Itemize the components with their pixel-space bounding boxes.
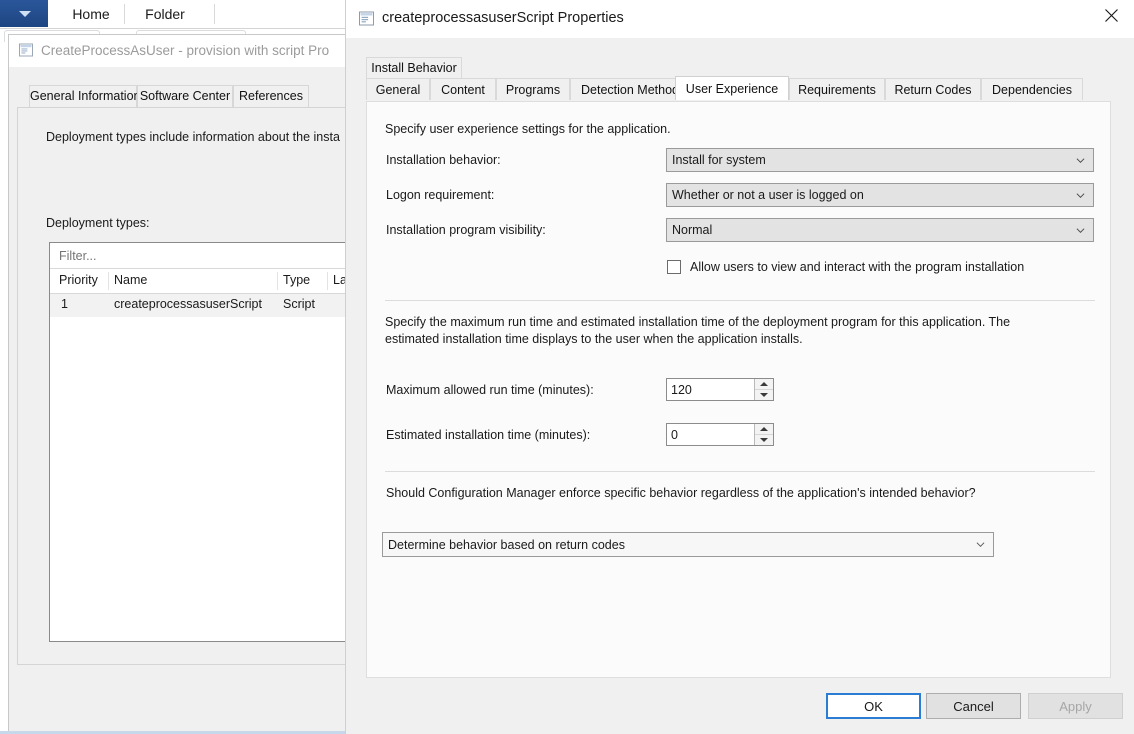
deployment-types-label: Deployment types: <box>46 216 150 230</box>
screen-root: Home Folder CreateProcessAsUser - provis… <box>0 0 1134 734</box>
cell-priority: 1 <box>61 297 68 311</box>
chevron-down-icon <box>976 542 985 548</box>
tab-content[interactable]: Content <box>430 78 496 100</box>
installation-program-visibility-value: Normal <box>672 223 713 237</box>
max-run-time-spin-buttons[interactable] <box>754 379 773 400</box>
ribbon-tab-divider <box>124 4 125 24</box>
section-divider-1 <box>385 300 1095 301</box>
installation-behavior-value: Install for system <box>672 153 766 167</box>
logon-requirement-value: Whether or not a user is logged on <box>672 188 864 202</box>
allow-users-interact-checkbox-row[interactable]: Allow users to view and interact with th… <box>667 260 1024 274</box>
spinner-up-icon[interactable] <box>755 379 773 389</box>
column-divider-3 <box>327 272 328 290</box>
user-experience-panel: Specify user experience settings for the… <box>366 101 1111 678</box>
tab-install-behavior[interactable]: Install Behavior <box>366 57 462 78</box>
grid-header: Priority Name Type Lar <box>50 269 352 294</box>
logon-requirement-label: Logon requirement: <box>386 188 495 202</box>
tab-return-codes[interactable]: Return Codes <box>885 78 981 100</box>
chevron-down-icon <box>1076 228 1085 234</box>
installation-behavior-label: Installation behavior: <box>386 153 501 167</box>
tab-software-center[interactable]: Software Center <box>137 85 233 107</box>
spinner-down-icon[interactable] <box>755 389 773 400</box>
dialog-titlebar: createprocessasuserScript Properties <box>346 0 1134 38</box>
cell-name: createprocessasuserScript <box>114 297 262 311</box>
ribbon-tab-folder[interactable]: Folder <box>130 0 200 28</box>
cell-type: Script <box>283 297 315 311</box>
tab-dependencies[interactable]: Dependencies <box>981 78 1083 100</box>
estimated-install-time-spin-buttons[interactable] <box>754 424 773 445</box>
installation-program-visibility-select[interactable]: Normal <box>666 218 1094 242</box>
properties-window-icon <box>358 10 375 27</box>
column-divider <box>108 272 109 290</box>
chevron-down-icon <box>1076 193 1085 199</box>
dialog-tab-strip: Install Behavior General Content Program… <box>346 38 1134 103</box>
estimated-install-time-value: 0 <box>671 427 678 442</box>
properties-window-icon <box>18 42 34 58</box>
section-divider-2 <box>385 471 1095 472</box>
tab-references[interactable]: References <box>233 85 309 107</box>
spinner-up-icon[interactable] <box>755 424 773 434</box>
runtime-paragraph: Specify the maximum run time and estimat… <box>385 315 1011 346</box>
enforce-behavior-value: Determine behavior based on return codes <box>388 537 625 552</box>
estimated-install-time-stepper[interactable]: 0 <box>666 423 774 446</box>
column-divider-2 <box>277 272 278 290</box>
allow-users-interact-checkbox[interactable] <box>667 260 681 274</box>
ribbon-app-menu-button[interactable] <box>0 0 48 27</box>
cancel-button[interactable]: Cancel <box>926 693 1021 719</box>
column-header-priority[interactable]: Priority <box>59 273 98 287</box>
user-experience-intro: Specify user experience settings for the… <box>385 122 671 136</box>
tab-requirements[interactable]: Requirements <box>789 78 885 100</box>
column-header-type[interactable]: Type <box>283 273 310 287</box>
enforce-behavior-question: Should Configuration Manager enforce spe… <box>386 486 976 500</box>
app-properties-tabs: General Information Software Center Refe… <box>9 85 352 107</box>
tab-detection-method[interactable]: Detection Method <box>570 78 690 100</box>
tab-programs[interactable]: Programs <box>496 78 570 100</box>
app-properties-title-text: CreateProcessAsUser - provision with scr… <box>41 43 330 58</box>
app-properties-panel: Deployment types include information abo… <box>17 107 352 665</box>
ok-button[interactable]: OK <box>826 693 921 719</box>
ribbon-tab-bar: Home Folder <box>0 0 352 28</box>
chevron-down-icon <box>1076 158 1085 164</box>
ribbon-tab-divider-2 <box>214 4 215 24</box>
deployment-types-listbox: Priority Name Type Lar 1 createprocessas… <box>49 242 352 642</box>
max-run-time-stepper[interactable]: 120 <box>666 378 774 401</box>
close-button[interactable] <box>1088 0 1134 31</box>
caret-down-icon <box>19 11 31 17</box>
estimated-install-time-label: Estimated installation time (minutes): <box>386 428 591 442</box>
logon-requirement-select[interactable]: Whether or not a user is logged on <box>666 183 1094 207</box>
console-background-window: Home Folder CreateProcessAsUser - provis… <box>0 0 352 734</box>
app-properties-titlebar: CreateProcessAsUser - provision with scr… <box>9 35 352 67</box>
allow-users-interact-label: Allow users to view and interact with th… <box>690 260 1025 274</box>
filter-row <box>50 243 352 269</box>
ribbon-tab-home[interactable]: Home <box>60 0 122 28</box>
max-run-time-label: Maximum allowed run time (minutes): <box>386 383 594 397</box>
spinner-down-icon[interactable] <box>755 434 773 445</box>
filter-input[interactable] <box>57 247 347 265</box>
enforce-behavior-select[interactable]: Determine behavior based on return codes <box>382 532 994 557</box>
installation-behavior-select[interactable]: Install for system <box>666 148 1094 172</box>
deployment-types-description: Deployment types include information abo… <box>46 130 340 144</box>
column-header-name[interactable]: Name <box>114 273 147 287</box>
table-row[interactable]: 1 createprocessasuserScript Script <box>50 294 352 317</box>
close-icon <box>1104 9 1118 22</box>
app-properties-window: CreateProcessAsUser - provision with scr… <box>8 34 352 734</box>
installation-program-visibility-label: Installation program visibility: <box>386 223 546 237</box>
dialog-title: createprocessasuserScript Properties <box>382 10 624 26</box>
apply-button: Apply <box>1028 693 1123 719</box>
deployment-type-properties-dialog: createprocessasuserScript Properties Ins… <box>345 0 1134 734</box>
tab-general[interactable]: General <box>366 78 430 100</box>
tab-user-experience[interactable]: User Experience <box>675 76 789 100</box>
max-run-time-value: 120 <box>671 382 692 397</box>
tab-general-information[interactable]: General Information <box>29 85 140 107</box>
